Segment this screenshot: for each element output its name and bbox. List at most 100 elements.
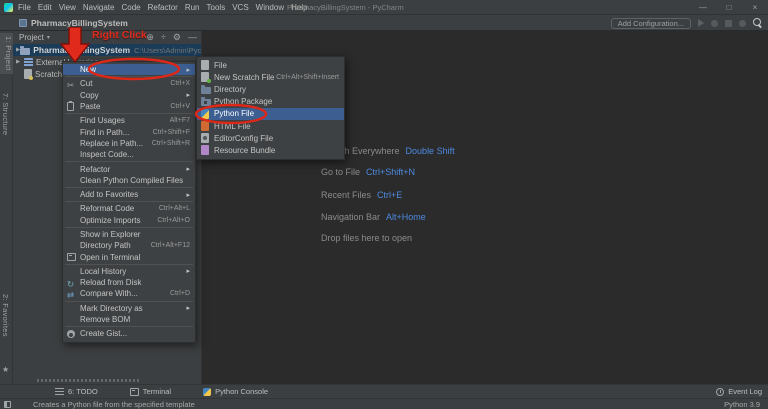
terminal-icon	[67, 253, 76, 261]
hide-panel-icon[interactable]: —	[188, 32, 197, 43]
add-configuration-button[interactable]: Add Configuration...	[611, 18, 691, 29]
menu-item-icon-slot	[67, 285, 80, 303]
scratch-icon	[201, 72, 209, 82]
toolwindow-tab-label: 6: TODO	[68, 387, 98, 396]
menu-tools[interactable]: Tools	[207, 3, 226, 12]
menu-item-shortcut: Ctrl+Alt+F12	[151, 242, 190, 249]
menu-separator	[65, 326, 193, 327]
menu-item-local-history[interactable]: Local History▸	[63, 266, 195, 277]
collapse-all-icon[interactable]: ÷	[161, 32, 166, 43]
toolwindow-tab-python-console[interactable]: Python Console	[203, 387, 268, 396]
submenu-arrow-icon: ▸	[183, 267, 190, 275]
menu-item-editorconfig-file[interactable]: EditorConfig File	[197, 132, 344, 144]
toolwindow-tab-favorites[interactable]: 2: Favorites	[1, 294, 10, 337]
menu-edit[interactable]: Edit	[38, 3, 52, 12]
python-console-icon	[203, 388, 211, 396]
project-icon	[19, 19, 27, 27]
menu-view[interactable]: View	[59, 3, 76, 12]
menu-item-python-file[interactable]: Python File	[197, 108, 344, 120]
coverage-icon[interactable]	[725, 20, 732, 27]
python-interpreter[interactable]: Python 3.9	[724, 400, 760, 409]
toolwindow-tab-project[interactable]: 1: Project	[0, 33, 13, 74]
toolwindow-toggle-icon[interactable]	[4, 401, 11, 408]
menu-item-directory-path[interactable]: Directory PathCtrl+Alt+F12	[63, 240, 195, 251]
favorites-star-icon: ★	[2, 365, 9, 374]
close-icon[interactable]: ×	[742, 0, 768, 15]
menu-item-add-to-favorites[interactable]: Add to Favorites▸	[63, 189, 195, 200]
menu-item-python-package[interactable]: Python Package	[197, 96, 344, 108]
debug-icon[interactable]	[711, 20, 718, 27]
menu-refactor[interactable]: Refactor	[148, 3, 178, 12]
menu-item-label: Inspect Code...	[80, 150, 134, 159]
tree-row-pharmacybillingsystem[interactable]: ▶PharmacyBillingSystemC:\Users\Admin\Pyc…	[13, 44, 202, 56]
menu-item-reload-from-disk[interactable]: Reload from Disk	[63, 277, 195, 288]
maximize-icon[interactable]: □	[716, 0, 742, 15]
menu-item-file[interactable]: File	[197, 59, 344, 71]
menu-item-mark-directory-as[interactable]: Mark Directory as▸	[63, 303, 195, 314]
menu-run[interactable]: Run	[185, 3, 200, 12]
toolwindow-tab-label: Python Console	[215, 387, 268, 396]
menu-separator	[65, 227, 193, 228]
menu-item-refactor[interactable]: Refactor ▸	[63, 163, 195, 174]
menu-item-find-usages[interactable]: Find UsagesAlt+F7	[63, 115, 195, 126]
menu-item-compare-with[interactable]: Compare With...Ctrl+D	[63, 288, 195, 299]
menu-item-optimize-imports[interactable]: Optimize ImportsCtrl+Alt+O	[63, 215, 195, 226]
menu-item-remove-bom[interactable]: Remove BOM	[63, 314, 195, 325]
menu-item-new[interactable]: New▸	[63, 64, 195, 75]
menu-item-show-in-explorer[interactable]: Show in Explorer	[63, 229, 195, 240]
submenu-arrow-icon: ▸	[183, 191, 190, 199]
expand-arrow-icon[interactable]: ▶	[16, 59, 24, 65]
search-icon[interactable]	[753, 18, 763, 28]
editorconfig-icon	[201, 133, 209, 143]
menu-item-reformat-code[interactable]: Reformat CodeCtrl+Alt+L	[63, 203, 195, 214]
menu-item-html-file[interactable]: HTML File	[197, 120, 344, 132]
minimize-icon[interactable]: —	[690, 0, 716, 15]
submenu-arrow-icon: ▸	[183, 165, 190, 173]
menu-window[interactable]: Window	[256, 3, 284, 12]
welcome-line-navigation-bar: Navigation BarAlt+Home	[321, 211, 426, 223]
settings-gear-icon[interactable]: ⚙	[173, 32, 181, 43]
locate-icon[interactable]: ⊕	[146, 32, 154, 43]
menu-item-find-in-path[interactable]: Find in Path...Ctrl+Shift+F	[63, 126, 195, 137]
run-icon[interactable]	[698, 19, 704, 27]
paste-icon	[67, 102, 74, 111]
menu-file[interactable]: File	[18, 3, 31, 12]
toolwindow-tab-structure[interactable]: 7: Structure	[1, 93, 10, 135]
menu-item-label: Create Gist...	[80, 329, 127, 338]
menu-item-clean-python-compiled-files[interactable]: Clean Python Compiled Files	[63, 175, 195, 186]
menu-item-label: Mark Directory as	[80, 304, 143, 313]
menu-item-shortcut: Ctrl+V	[170, 103, 190, 110]
menu-item-replace-in-path[interactable]: Replace in Path...Ctrl+Shift+R	[63, 138, 195, 149]
menu-item-create-gist[interactable]: Create Gist...	[63, 328, 195, 339]
event-log-tab[interactable]: Event Log	[716, 387, 762, 396]
menu-vcs[interactable]: VCS	[232, 3, 248, 12]
menu-item-label: Refactor	[80, 165, 110, 174]
menu-item-resource-bundle[interactable]: Resource Bundle	[197, 144, 344, 156]
menu-separator	[65, 187, 193, 188]
menu-separator	[65, 301, 193, 302]
project-panel-title[interactable]: Project	[19, 33, 44, 42]
menu-item-directory[interactable]: Directory	[197, 83, 344, 95]
menu-item-open-in-terminal[interactable]: Open in Terminal	[63, 251, 195, 262]
menu-item-new-scratch-file[interactable]: New Scratch FileCtrl+Alt+Shift+Insert	[197, 71, 344, 83]
welcome-shortcut: Alt+Home	[386, 212, 426, 222]
welcome-label: Go to File	[321, 167, 360, 177]
menu-code[interactable]: Code	[121, 3, 140, 12]
context-menu: New▸ CutCtrl+XCopy▸PasteCtrl+V Find Usages…	[62, 61, 196, 343]
toolwindow-tab-6-todo[interactable]: 6: TODO	[55, 387, 98, 396]
profiler-icon[interactable]	[739, 20, 746, 27]
todo-icon	[55, 388, 64, 396]
toolwindow-tab-terminal[interactable]: Terminal	[130, 387, 171, 396]
menu-item-paste[interactable]: PasteCtrl+V	[63, 101, 195, 112]
horizontal-scrollbar[interactable]	[37, 379, 140, 382]
menu-item-inspect-code[interactable]: Inspect Code...	[63, 149, 195, 160]
breadcrumb-project[interactable]: PharmacyBillingSystem	[31, 18, 128, 28]
file-icon	[201, 60, 209, 70]
menu-item-cut[interactable]: CutCtrl+X	[63, 78, 195, 89]
menu-item-label: Python Package	[214, 97, 272, 106]
submenu-arrow-icon: ▸	[183, 66, 190, 74]
menu-navigate[interactable]: Navigate	[83, 3, 115, 12]
menu-separator	[65, 161, 193, 162]
menu-item-copy[interactable]: Copy▸	[63, 90, 195, 101]
welcome-shortcut: Double Shift	[406, 146, 455, 156]
